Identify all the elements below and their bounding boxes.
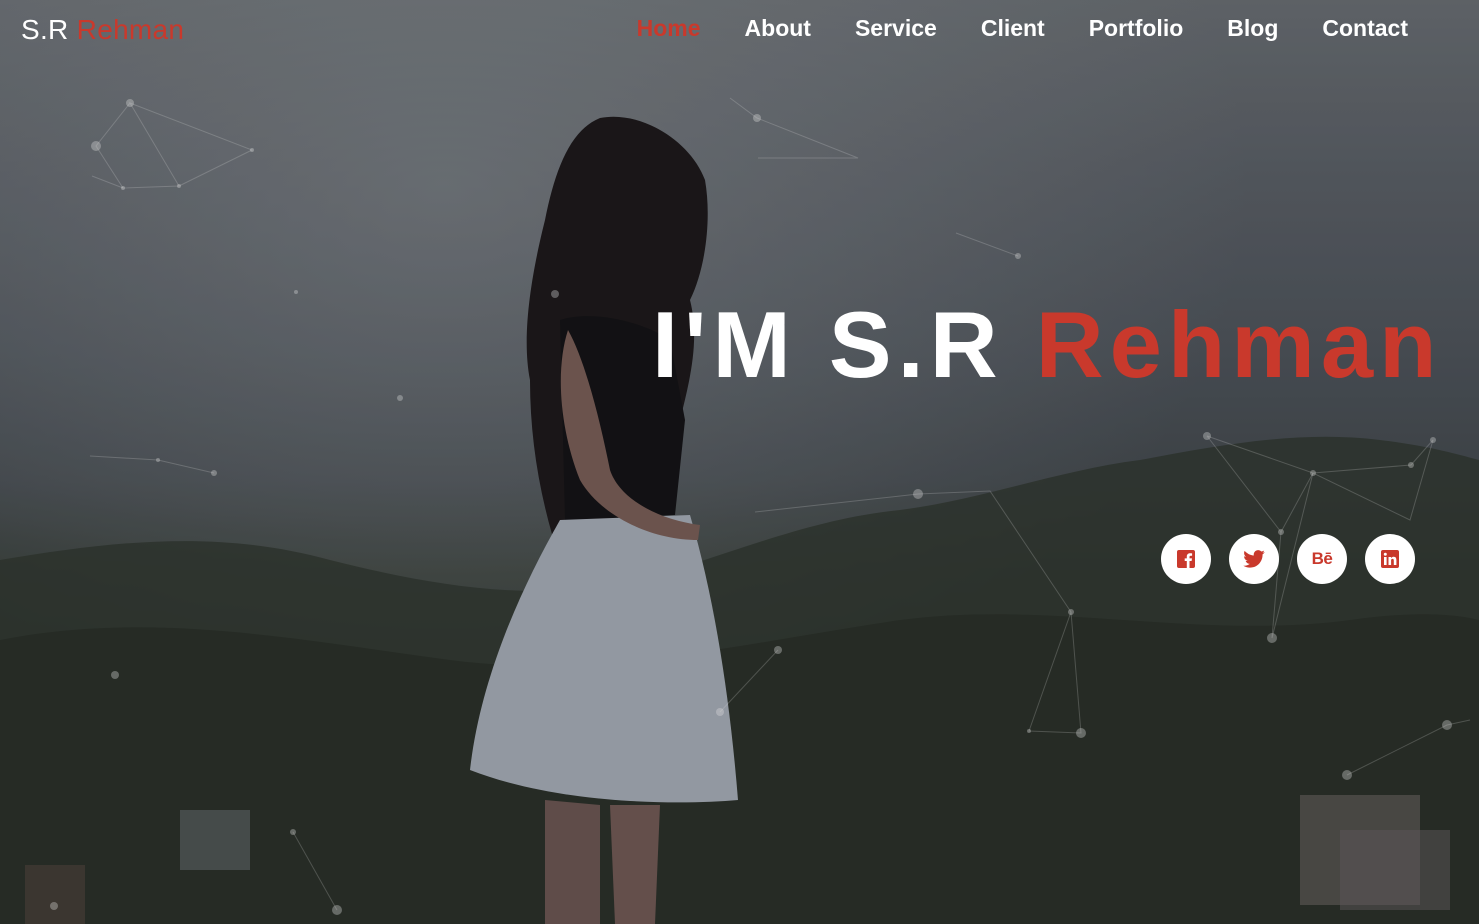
facebook-button[interactable] [1161, 534, 1211, 584]
nav-item-blog[interactable]: Blog [1227, 15, 1278, 42]
behance-button[interactable]: Bē [1297, 534, 1347, 584]
nav-item-about[interactable]: About [745, 15, 811, 42]
hero-headline-accent: Rehman [1035, 292, 1443, 397]
linkedin-icon [1381, 550, 1399, 568]
facebook-icon [1177, 550, 1195, 568]
logo-last-name: Rehman [76, 14, 185, 45]
twitter-button[interactable] [1229, 534, 1279, 584]
linkedin-button[interactable] [1365, 534, 1415, 584]
navbar: S.R Rehman Home About Service Client Por… [0, 0, 1479, 64]
main-nav: Home About Service Client Portfolio Blog… [593, 15, 1408, 42]
nav-item-portfolio[interactable]: Portfolio [1089, 15, 1184, 42]
logo-first-name: S.R [21, 14, 69, 45]
twitter-icon [1243, 550, 1265, 568]
nav-item-home[interactable]: Home [637, 15, 701, 42]
behance-icon: Bē [1311, 549, 1333, 568]
nav-item-contact[interactable]: Contact [1322, 15, 1408, 42]
dark-overlay [0, 0, 1479, 924]
hero-headline: I'M S.R Rehman [652, 295, 1443, 395]
site-logo[interactable]: S.R Rehman [21, 14, 184, 46]
social-links: Bē [1161, 534, 1415, 584]
nav-item-client[interactable]: Client [981, 15, 1045, 42]
nav-item-service[interactable]: Service [855, 15, 937, 42]
hero-headline-white: I'M S.R [652, 292, 1004, 397]
